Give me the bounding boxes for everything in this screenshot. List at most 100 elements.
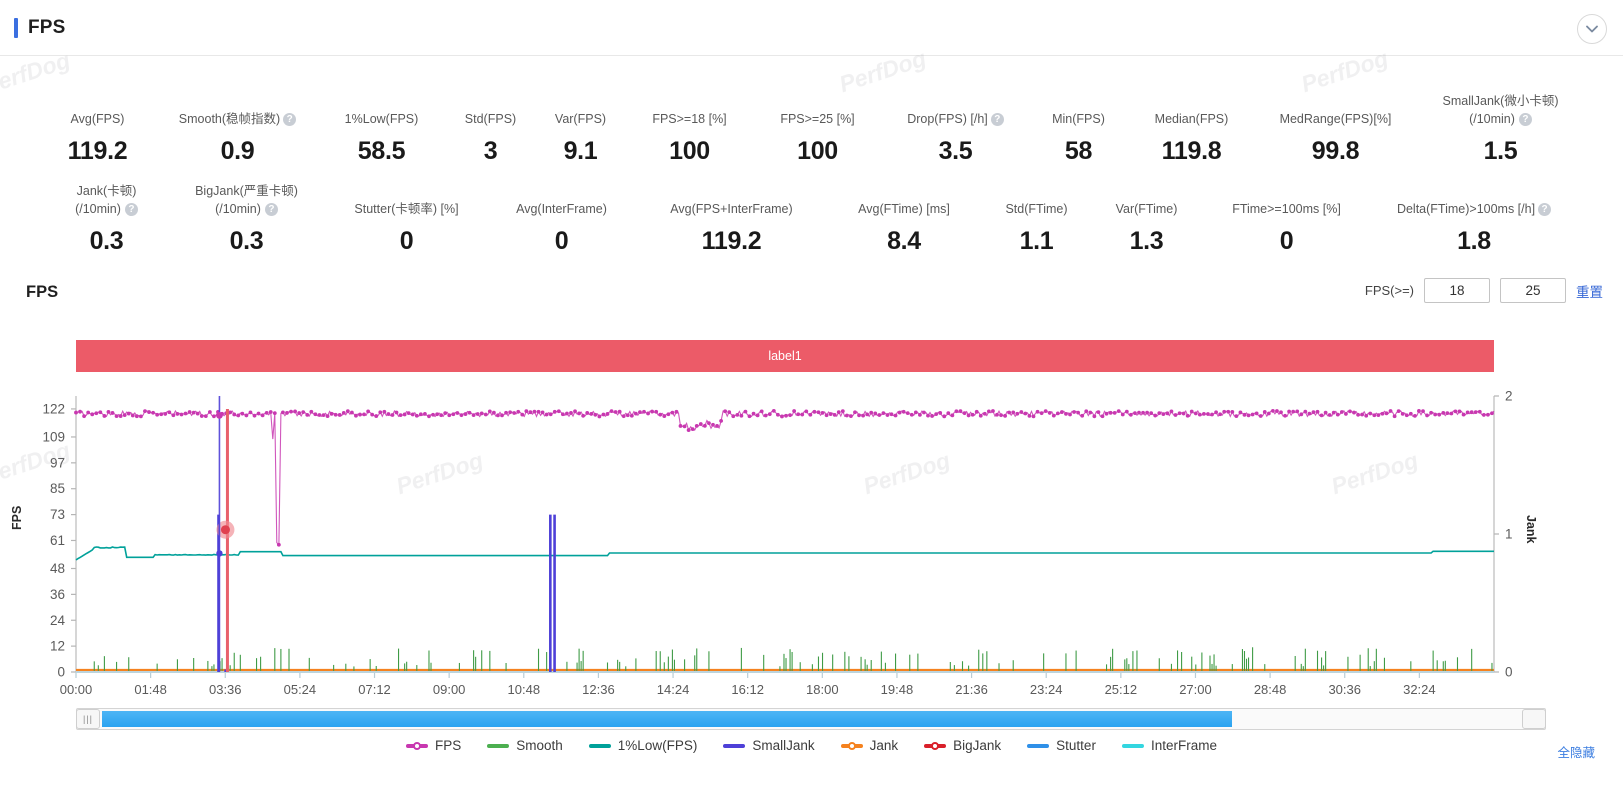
help-icon[interactable]: ?: [1518, 113, 1532, 126]
title-accent-bar: [14, 17, 18, 38]
legend-item-bigjank[interactable]: BigJank: [924, 738, 1001, 753]
x-axis-tick-label: 12:36: [582, 682, 615, 697]
fps-chart-svg[interactable]: 0122436486173859710912201200:00 01:48 03:3…: [0, 382, 1623, 702]
stat-label-text: FPS>=18 [%]: [652, 112, 727, 126]
stat-deltaftime>100msh: Delta(FTime)>100ms [/h]? 1.8: [1372, 202, 1577, 256]
x-axis-tick-label: 30:36: [1328, 682, 1361, 697]
stats-row-primary: Avg(FPS) 119.2 Smooth(稳帧指数)? 0.9 1%Low(FPS) 5…: [0, 88, 1623, 166]
stat-label-text: Avg(FTime) [ms]: [858, 202, 950, 216]
help-icon[interactable]: ?: [124, 203, 138, 216]
help-icon[interactable]: ?: [283, 113, 297, 126]
stat-label: Avg(FTime) [ms]: [858, 202, 950, 217]
scene-label-band[interactable]: label1: [76, 340, 1494, 372]
stat-minfps: Min(FPS) 58: [1030, 112, 1128, 166]
hide-all-link[interactable]: 全隐藏: [1557, 742, 1595, 761]
help-icon[interactable]: ?: [1538, 203, 1552, 216]
stat-label-sub: (/10min): [215, 202, 261, 216]
stat-jank: Jank(卡顿) (/10min)? 0.3: [47, 184, 167, 256]
stat-label: Delta(FTime)>100ms [/h]?: [1396, 202, 1552, 217]
selection-point: [216, 550, 223, 557]
stat-value: 3.5: [938, 137, 973, 165]
legend-item-stutter[interactable]: Stutter: [1027, 738, 1096, 753]
x-axis-tick-label: 23:24: [1030, 682, 1063, 697]
x-axis-tick-label: 00:00: [60, 682, 93, 697]
stat-value: 0: [1279, 227, 1294, 255]
x-axis-tick-label: 27:00: [1179, 682, 1212, 697]
stats-block: Avg(FPS) 119.2 Smooth(稳帧指数)? 0.9 1%Low(FPS) 5…: [0, 56, 1623, 256]
x-axis-tick-label: 18:00: [806, 682, 839, 697]
legend-item-smalljank[interactable]: SmallJank: [723, 738, 815, 753]
scrollbar-fill[interactable]: [102, 711, 1232, 727]
stat-value: 8.4: [887, 227, 921, 255]
x-axis-tick-label: 14:24: [657, 682, 690, 697]
y-axis-tick-label: 109: [42, 429, 65, 444]
stat-label: Avg(FPS): [71, 112, 125, 127]
stat-label-text: MedRange(FPS)[%]: [1279, 112, 1392, 126]
legend-label: InterFrame: [1150, 738, 1217, 753]
stat-label: Median(FPS): [1155, 112, 1229, 127]
stat-label: FPS>=25 [%]: [780, 112, 854, 127]
fps-threshold-1-input[interactable]: [1424, 278, 1490, 303]
stat-label-text: SmallJank(微小卡顿): [1442, 94, 1559, 108]
help-icon[interactable]: ?: [264, 203, 278, 216]
stat-avgfps: Avg(FPS) 119.2: [38, 112, 158, 166]
stat-label: 1%Low(FPS): [345, 112, 419, 127]
chevron-down-icon[interactable]: [1577, 14, 1607, 44]
series-smooth: [93, 647, 1493, 671]
help-icon[interactable]: ?: [990, 113, 1004, 126]
stat-avginterframe: Avg(InterFrame) 0: [487, 202, 637, 256]
chart-legend: FPS Smooth 1%Low(FPS) SmallJank Jank BigJank S…: [0, 738, 1623, 753]
x-axis-tick-label: 32:24: [1403, 682, 1436, 697]
stat-label-text: Delta(FTime)>100ms [/h]: [1396, 202, 1536, 216]
stat-value: 99.8: [1311, 137, 1360, 165]
stat-stdftime: Std(FTime) 1.1: [982, 202, 1092, 256]
legend-item-1%lowfps[interactable]: 1%Low(FPS): [588, 738, 697, 753]
fps-threshold-controls: FPS(>=) 重置: [1365, 278, 1603, 303]
x-axis-tick-label: 16:12: [731, 682, 764, 697]
stat-label-text: Avg(InterFrame): [516, 202, 607, 216]
stat-label: BigJank(严重卡顿) (/10min)?: [167, 184, 327, 217]
legend-item-jank[interactable]: Jank: [840, 738, 899, 753]
stat-label-text: FTime>=100ms [%]: [1232, 202, 1341, 216]
legend-item-fps[interactable]: FPS: [406, 738, 461, 753]
stat-ftime>=100ms%: FTime>=100ms [%] 0: [1202, 202, 1372, 256]
timeline-scrollbar[interactable]: |||: [76, 708, 1546, 732]
scrollbar-handle-right[interactable]: [1522, 709, 1546, 729]
scrollbar-handle-left[interactable]: |||: [76, 709, 100, 729]
stat-label-text: Std(FTime): [1005, 202, 1068, 216]
stat-label-text: Stutter(卡顿率) [%]: [354, 202, 459, 216]
grip-icon: |||: [82, 714, 93, 724]
x-axis-tick-label: 01:48: [134, 682, 167, 697]
legend-item-interframe[interactable]: InterFrame: [1121, 738, 1217, 753]
y-axis-tick-label: 97: [50, 455, 65, 470]
stat-smalljank: SmallJank(微小卡顿) (/10min)? 1.5: [1416, 94, 1586, 166]
stat-value: 1.1: [1019, 227, 1054, 255]
stat-value: 119.8: [1161, 137, 1222, 165]
stat-value: 3: [483, 137, 498, 165]
legend-marker-icon: [723, 743, 746, 748]
stat-dropfpsh: Drop(FPS) [/h]? 3.5: [882, 112, 1030, 166]
fps-threshold-2-input[interactable]: [1500, 278, 1566, 303]
legend-marker-icon: [487, 743, 510, 748]
y-axis-tick-label: 12: [50, 639, 65, 654]
legend-label: Jank: [869, 738, 899, 753]
x-axis-tick-label: 28:48: [1254, 682, 1287, 697]
x-axis-tick-label: 25:12: [1105, 682, 1138, 697]
stat-value: 0.9: [220, 137, 255, 165]
fps-chart[interactable]: 0 12 24 36 48 61 73 85 97 109 122 0 1 2 00:00 01:48 03:3…: [0, 382, 1623, 702]
stat-bigjank: BigJank(严重卡顿) (/10min)? 0.3: [167, 184, 327, 256]
x-axis-tick-label: 07:12: [358, 682, 391, 697]
legend-item-smooth[interactable]: Smooth: [487, 738, 563, 753]
selection-point: [216, 412, 223, 419]
legend-marker-icon: [1027, 743, 1050, 748]
reset-link[interactable]: 重置: [1576, 281, 1603, 301]
legend-label: Smooth: [516, 738, 563, 753]
stat-label: Var(FPS): [555, 112, 606, 127]
stat-label-text: Jank(卡顿): [76, 184, 137, 198]
stat-value: 119.2: [67, 137, 128, 165]
x-axis-tick-label: 05:24: [284, 682, 317, 697]
stat-label-text: Var(FPS): [554, 112, 607, 126]
legend-label: SmallJank: [752, 738, 815, 753]
legend-marker-icon: [406, 741, 428, 751]
stat-label: Jank(卡顿) (/10min)?: [47, 184, 167, 217]
